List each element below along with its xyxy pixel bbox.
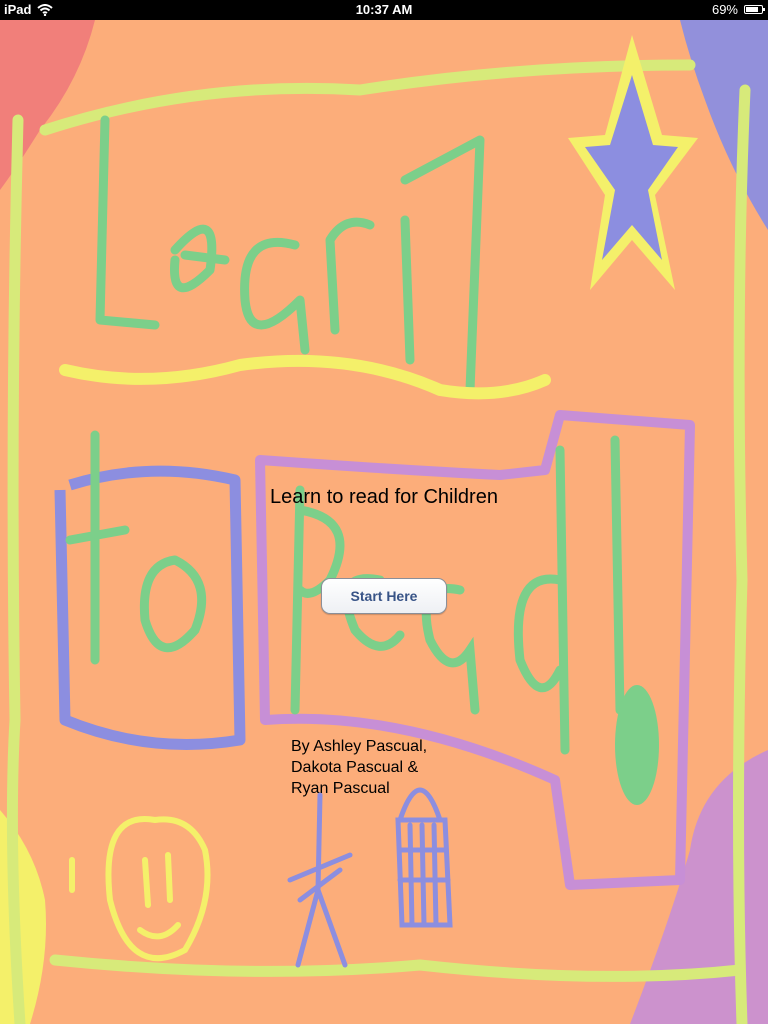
credits-line-1: By Ashley Pascual, <box>291 738 428 755</box>
status-time: 10:37 AM <box>355 2 413 17</box>
blue-to-box <box>54 465 246 750</box>
app-subtitle: Learn to read for Children <box>270 486 498 508</box>
author-credits: By Ashley Pascual, Dakota Pascual & Ryan… <box>291 736 427 799</box>
blue-corner-smudge <box>680 20 768 230</box>
crayon-drawing <box>0 20 768 1024</box>
battery-percentage: 69% <box>711 2 738 17</box>
status-bar: iPad 10:37 AM 69% <box>0 0 768 20</box>
title-screen: Learn to read for Children Start Here By… <box>0 20 768 1024</box>
start-here-button[interactable]: Start Here <box>321 578 447 614</box>
green-blob <box>615 685 659 805</box>
battery-icon <box>744 5 765 14</box>
credits-line-2: Dakota Pascual & <box>291 759 419 776</box>
credits-line-3: Ryan Pascual <box>291 780 390 797</box>
